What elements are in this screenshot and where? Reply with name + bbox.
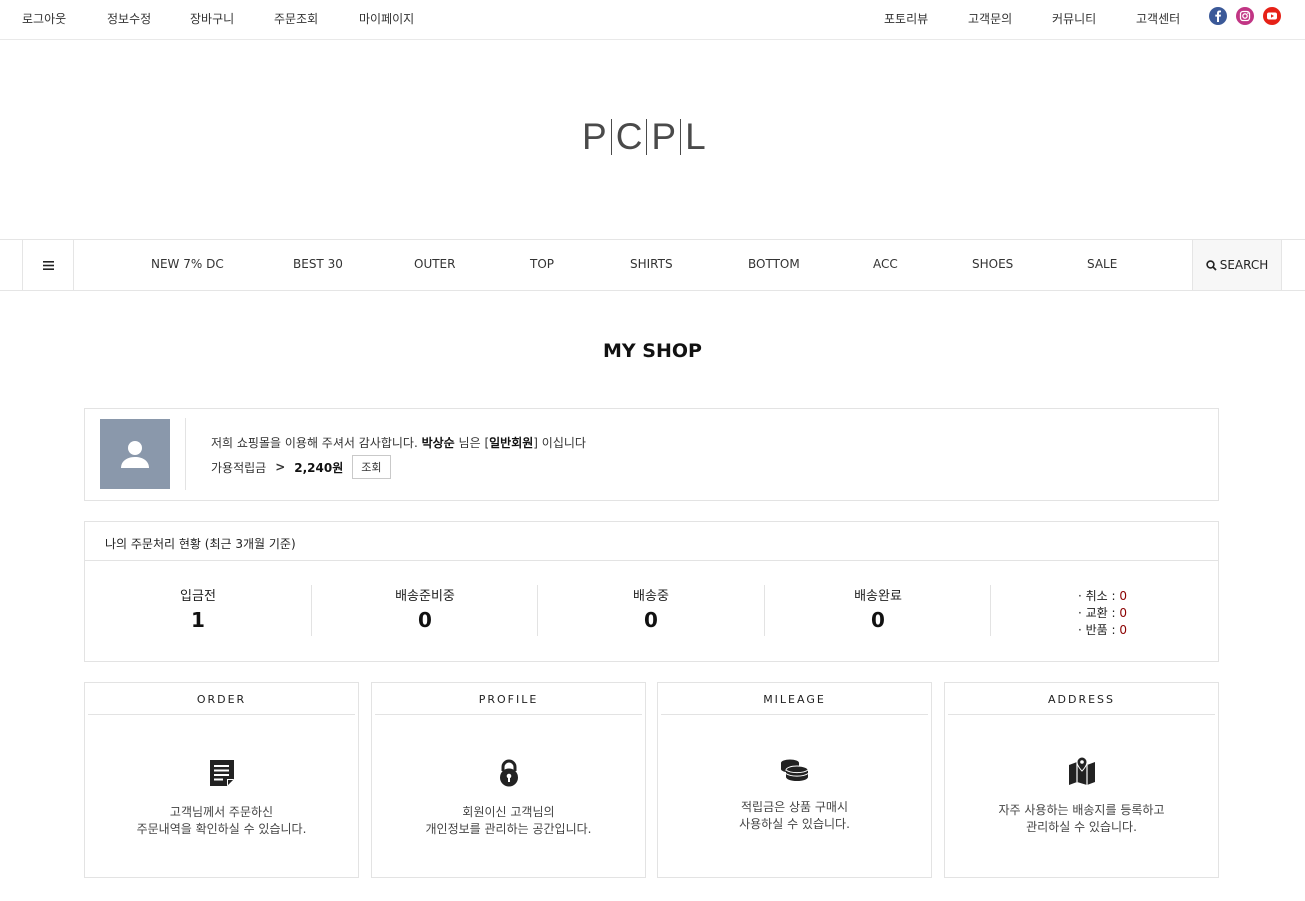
card-desc-line: 고객님께서 주문하신 [169,805,274,819]
status-label: 배송중 [633,589,669,604]
nav-item-best[interactable]: BEST 30 [293,257,343,271]
nav-item-outer[interactable]: OUTER [414,257,455,271]
mypage-link[interactable]: 마이페이지 [359,10,414,27]
avatar [100,419,170,489]
status-label: 배송준비중 [395,589,455,604]
greeting-prefix: 저희 쇼핑몰을 이용해 주셔서 감사합니다. [211,436,418,450]
divider [990,585,991,636]
address-card[interactable]: ADDRESS 자주 사용하는 배송지를 등록하고 관리하실 수 있습니다. [944,682,1219,878]
customer-inquiry-link[interactable]: 고객문의 [968,10,1012,27]
card-description: 자주 사용하는 배송지를 등록하고 관리하실 수 있습니다. [945,802,1218,836]
greeting-suffix: ] 이십니다 [533,436,586,450]
customer-center-link[interactable]: 고객센터 [1136,10,1180,27]
logo-letter: P [651,116,677,157]
card-desc-line: 회원이신 고객님의 [462,805,555,819]
search-label: SEARCH [1219,258,1269,272]
main-nav: NEW 7% DC BEST 30 OUTER TOP SHIRTS BOTTO… [0,239,1305,291]
nav-item-shoes[interactable]: SHOES [972,257,1013,271]
page-title: MY SHOP [603,340,702,362]
status-count: 0 [644,608,658,632]
facebook-icon[interactable] [1209,7,1227,25]
hamburger-menu-button[interactable] [22,240,74,290]
exchange-count: 0 [1119,606,1128,620]
mileage-view-button[interactable]: 조회 [352,455,391,479]
divider [185,418,186,490]
status-count: 1 [191,608,205,632]
card-description: 적립금은 상품 구매시 사용하실 수 있습니다. [658,799,931,833]
card-desc-line: 개인정보를 관리하는 공간입니다. [425,822,592,836]
card-desc-line: 사용하실 수 있습니다. [739,817,850,831]
return-status[interactable]: · 반품 : 0 [1078,622,1127,639]
user-icon [121,441,149,468]
mileage-card[interactable]: MILEAGE 적립금은 상품 구매시 사용하실 수 있습니다. [657,682,932,878]
card-description: 회원이신 고객님의 개인정보를 관리하는 공간입니다. [372,804,645,838]
search-icon [1206,259,1217,271]
member-grade: 일반회원 [489,436,534,450]
nav-item-top[interactable]: TOP [530,257,554,271]
status-label: 배송완료 [854,589,902,604]
cart-link[interactable]: 장바구니 [190,10,234,27]
logo-letter: C [615,116,643,157]
edit-info-link[interactable]: 정보수정 [107,10,151,27]
lock-icon [372,759,645,787]
mileage-arrow: > [275,460,286,474]
card-title: ADDRESS [948,683,1215,715]
card-title: PROFILE [375,683,642,715]
exchange-status[interactable]: · 교환 : 0 [1078,605,1127,622]
instagram-icon[interactable] [1236,7,1254,25]
cancel-label: · 취소 : [1078,589,1120,603]
status-delivered[interactable]: 배송완료 0 [765,585,991,632]
map-icon [945,757,1218,785]
status-shipping[interactable]: 배송중 0 [538,585,764,632]
coins-icon [658,758,931,782]
greeting-mid: 님은 [ [458,436,490,450]
order-status-title: 나의 주문처리 현황 (최근 3개월 기준) [85,522,1218,561]
photo-review-link[interactable]: 포토리뷰 [884,10,928,27]
return-label: · 반품 : [1078,623,1120,637]
youtube-icon[interactable] [1263,7,1281,25]
card-description: 고객님께서 주문하신 주문내역을 확인하실 수 있습니다. [85,804,358,838]
mileage-label: 가용적립금 [211,460,267,475]
greeting-text: 저희 쇼핑몰을 이용해 주셔서 감사합니다. 박상순 님은 [일반회원] 이십니… [211,434,586,451]
order-card[interactable]: ORDER 고객님께서 주문하신 주문내역을 확인하실 수 있습니다. [84,682,359,878]
nav-item-acc[interactable]: ACC [873,257,898,271]
nav-item-new[interactable]: NEW 7% DC [151,257,224,271]
order-status-box: 나의 주문처리 현황 (최근 3개월 기준) 입금전 1 배송준비중 0 배송중… [84,521,1219,662]
mileage-amount: 2,240원 [294,460,344,475]
cancel-status[interactable]: · 취소 : 0 [1078,588,1127,605]
profile-card[interactable]: PROFILE 회원이신 고객님의 개인정보를 관리하는 공간입니다. [371,682,646,878]
status-preparing[interactable]: 배송준비중 0 [312,585,538,632]
member-profile-box: 저희 쇼핑몰을 이용해 주셔서 감사합니다. 박상순 님은 [일반회원] 이십니… [84,408,1219,501]
card-title: MILEAGE [661,683,928,715]
mileage-row: 가용적립금 > 2,240원 조회 [211,455,391,479]
user-name: 박상순 [421,436,455,450]
status-pending-payment[interactable]: 입금전 1 [85,585,311,632]
status-count: 0 [871,608,885,632]
card-title: ORDER [88,683,355,715]
logout-link[interactable]: 로그아웃 [22,10,66,27]
card-desc-line: 관리하실 수 있습니다. [1026,820,1137,834]
top-bar: 로그아웃 정보수정 장바구니 주문조회 마이페이지 포토리뷰 고객문의 커뮤니티… [0,0,1305,40]
card-desc-line: 자주 사용하는 배송지를 등록하고 [998,803,1165,817]
hamburger-icon [42,260,54,270]
logo-letter: P [582,116,607,157]
status-side-list: · 취소 : 0 · 교환 : 0 · 반품 : 0 [1078,588,1127,639]
nav-item-shirts[interactable]: SHIRTS [630,257,673,271]
site-logo[interactable]: P C P L [578,118,710,156]
card-desc-line: 주문내역을 확인하실 수 있습니다. [136,822,307,836]
document-icon [85,759,358,787]
order-lookup-link[interactable]: 주문조회 [274,10,318,27]
exchange-label: · 교환 : [1078,606,1120,620]
nav-item-bottom[interactable]: BOTTOM [748,257,800,271]
search-button[interactable]: SEARCH [1192,240,1282,290]
status-label: 입금전 [180,589,216,604]
logo-letter: L [685,116,706,157]
nav-item-sale[interactable]: SALE [1087,257,1117,271]
status-count: 0 [418,608,432,632]
card-desc-line: 적립금은 상품 구매시 [741,800,848,814]
return-count: 0 [1119,623,1128,637]
cancel-count: 0 [1119,589,1128,603]
community-link[interactable]: 커뮤니티 [1052,10,1096,27]
